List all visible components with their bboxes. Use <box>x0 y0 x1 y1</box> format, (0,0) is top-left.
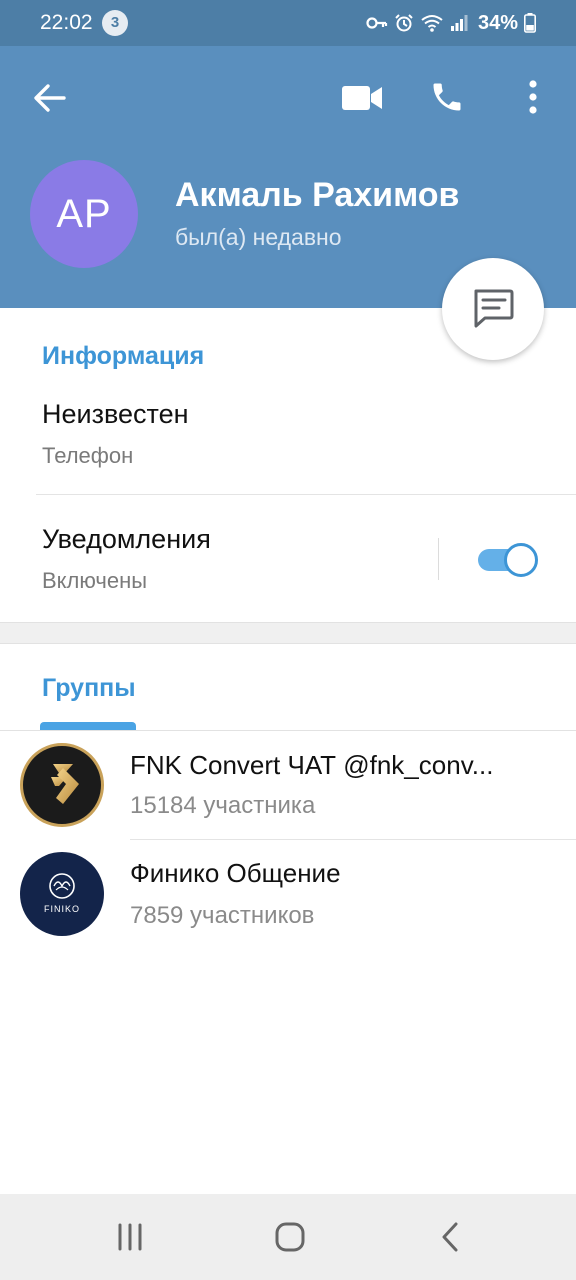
notifications-row[interactable]: Уведомления Включены <box>0 512 430 612</box>
recent-apps-icon <box>118 1223 142 1251</box>
group-avatar-finiko: FINIKO <box>20 852 104 936</box>
tab-underline <box>0 730 576 731</box>
phone-label: Телефон <box>42 443 134 468</box>
back-button[interactable] <box>28 76 72 120</box>
send-message-button[interactable] <box>442 258 544 360</box>
wifi-icon <box>421 15 443 32</box>
key-icon <box>366 17 388 29</box>
toggle-separator <box>438 538 439 580</box>
more-vertical-icon <box>529 80 537 114</box>
section-separator <box>0 622 576 644</box>
system-nav-bar <box>0 1194 576 1280</box>
toggle-knob <box>504 543 538 577</box>
group-members: 7859 участников <box>130 902 315 929</box>
group-item[interactable]: FNK Convert ЧАТ @fnk_conv... 15184 участ… <box>0 732 576 838</box>
groups-tab[interactable]: Группы <box>42 674 136 703</box>
notifications-value: Включены <box>42 568 148 593</box>
notifications-label: Уведомления <box>42 524 211 554</box>
battery-icon <box>524 13 536 33</box>
phone-row[interactable]: Неизвестен Телефон <box>0 385 576 493</box>
video-camera-icon <box>342 86 382 110</box>
user-name: Акмаль Рахимов <box>175 176 460 214</box>
group-members: 15184 участника <box>130 792 316 819</box>
more-options-button[interactable] <box>510 74 556 120</box>
arrow-left-icon <box>34 84 66 112</box>
status-time: 22:02 <box>40 11 93 34</box>
user-last-seen: был(а) недавно <box>175 224 342 250</box>
finiko-logo-icon <box>49 873 75 899</box>
chevron-left-icon <box>442 1222 458 1252</box>
notifications-toggle[interactable] <box>476 543 538 577</box>
phone-icon <box>433 83 461 111</box>
recent-apps-button[interactable] <box>100 1214 160 1260</box>
voice-call-button[interactable] <box>424 74 470 120</box>
status-bar: 22:02 3 34% <box>0 0 576 46</box>
group-avatar-fnk <box>20 743 104 827</box>
group-title: FNK Convert ЧАТ @fnk_conv... <box>130 750 494 780</box>
avatar[interactable]: AP <box>30 160 138 268</box>
status-icons: 34% <box>366 9 536 37</box>
back-nav-button[interactable] <box>420 1214 480 1260</box>
finiko-logo-text: FINIKO <box>43 904 80 914</box>
home-icon <box>275 1222 305 1252</box>
group-item[interactable]: FINIKO Финико Общение 7859 участников <box>0 840 576 946</box>
battery-percent: 34% <box>477 11 518 34</box>
signal-icon <box>450 15 468 31</box>
tab-indicator <box>40 722 136 730</box>
home-button[interactable] <box>260 1214 320 1260</box>
group-title: Финико Общение <box>130 858 341 888</box>
message-icon <box>474 289 514 328</box>
phone-value: Неизвестен <box>42 399 189 429</box>
divider <box>36 494 576 495</box>
notification-count-badge: 3 <box>102 10 128 36</box>
fnk-logo-icon <box>51 764 79 804</box>
video-call-button[interactable] <box>338 76 386 120</box>
alarm-icon <box>395 14 413 32</box>
info-section-title: Информация <box>42 342 205 370</box>
